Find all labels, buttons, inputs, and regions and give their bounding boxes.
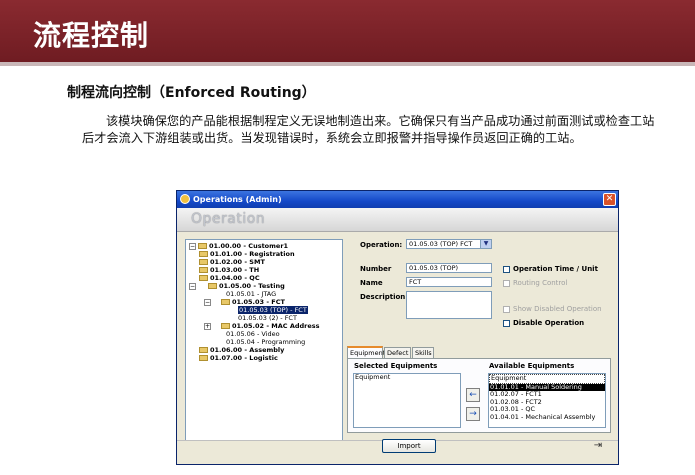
tree-node-label: 01.05.00 - Testing (219, 282, 285, 290)
tree-node[interactable]: 01.03.00 - TH (199, 266, 259, 274)
routing-control-checkbox[interactable]: Routing Control (503, 279, 567, 287)
tree-node-label: 01.04.00 - QC (210, 274, 260, 282)
tree-node[interactable]: 01.05.00 - Testing (208, 282, 285, 290)
close-icon[interactable]: ✕ (603, 193, 616, 206)
selected-equipments-label: Selected Equipments (354, 362, 438, 370)
operation-combo-value: 01.05.03 (TOP) FCT (409, 240, 473, 248)
arrow-right-icon[interactable]: → (466, 407, 480, 421)
checkbox-icon (503, 319, 510, 327)
tree-node-label: 01.01.00 - Registration (210, 250, 295, 258)
tree-node-label: 01.05.03 - FCT (232, 298, 285, 306)
slide-title: 流程控制 (33, 19, 150, 52)
collapse-icon[interactable]: − (189, 282, 196, 290)
window-title: Operations (Admin) (193, 195, 282, 204)
tree-node[interactable]: 01.01.00 - Registration (199, 250, 295, 258)
window-titlebar[interactable]: Operations (Admin) ✕ (177, 191, 618, 208)
folder-icon (199, 347, 208, 353)
tree-node-label: 01.03.00 - TH (210, 266, 260, 274)
tree-node[interactable]: 01.02.00 - SMT (199, 258, 265, 266)
number-label: Number (360, 265, 392, 273)
tree-node[interactable]: 01.05.03 - FCT (221, 298, 285, 306)
tree-node[interactable]: 01.00.00 - Customer1 (198, 242, 288, 250)
available-equipments-label: Available Equipments (489, 362, 575, 370)
description-paragraph: 该模块确保您的产品能根据制程定义无误地制造出来。它确保只有当产品成功通过前面测试… (82, 114, 655, 145)
name-label: Name (360, 279, 383, 287)
operation-label: Operation: (360, 241, 403, 249)
tree-node-label: 01.05.03 (2) - FCT (238, 314, 297, 322)
folder-icon (199, 251, 208, 257)
tree-node[interactable]: 01.05.01 - JTAG (226, 290, 276, 298)
checkbox-label: Show Disabled Operation (513, 305, 602, 313)
section-heading: 制程流向控制（Enforced Routing） (67, 85, 316, 101)
checkbox-label: Disable Operation (513, 319, 585, 327)
slide-banner: 流程控制 (0, 0, 695, 62)
operations-window: Operations (Admin) ✕ Operation 01.00.00 … (176, 190, 619, 465)
chevron-down-icon[interactable]: ▼ (480, 240, 491, 248)
tree-node[interactable]: 01.06.00 - Assembly (199, 346, 284, 354)
folder-icon (221, 323, 230, 329)
checkbox-label: Routing Control (513, 279, 568, 287)
show-disabled-checkbox[interactable]: Show Disabled Operation (503, 305, 602, 313)
list-item[interactable]: 01.04.01 - Mechanical Assembly (489, 413, 605, 422)
selected-equipments-list[interactable]: Equipment (353, 373, 461, 428)
checkbox-label: Operation Time / Unit (513, 265, 598, 273)
tree-node-label: 01.05.01 - JTAG (226, 290, 277, 298)
folder-icon (199, 267, 208, 273)
folder-icon (199, 275, 208, 281)
folder-icon (198, 243, 207, 249)
window-header: Operation (177, 208, 618, 232)
folder-icon (199, 259, 208, 265)
checkbox-icon (503, 265, 510, 273)
tree-node[interactable]: 01.05.03 (2) - FCT (238, 314, 297, 322)
tree-node[interactable]: 01.07.00 - Logistic (199, 354, 278, 362)
name-field[interactable]: FCT (406, 277, 492, 287)
description-field[interactable] (406, 291, 492, 319)
arrow-left-icon[interactable]: ← (466, 388, 480, 402)
app-icon (180, 194, 190, 204)
tree-node-label: 01.05.06 - Video (226, 330, 280, 338)
banner-divider (0, 62, 695, 66)
available-equipments-list[interactable]: Equipment 01.01.01 - Manual Soldering 01.0… (488, 373, 606, 428)
checkbox-icon (503, 305, 510, 313)
tree-node-label: 01.05.04 - Programming (226, 338, 306, 346)
collapse-icon[interactable]: − (189, 242, 196, 250)
exit-icon[interactable]: ⇥ (592, 440, 604, 452)
description-label: Description (360, 293, 406, 301)
tree-node[interactable]: 01.04.00 - QC (199, 274, 260, 282)
tree-node[interactable]: 01.05.06 - Video (226, 330, 280, 338)
tree-node-label: 01.06.00 - Assembly (210, 346, 285, 354)
tree-node-label: 01.00.00 - Customer1 (209, 242, 289, 250)
tree-node-label: 01.02.00 - SMT (210, 258, 265, 266)
disable-operation-checkbox[interactable]: Disable Operation (503, 319, 584, 327)
tree-node-label: 01.05.02 - MAC Address (232, 322, 320, 330)
folder-icon (221, 299, 230, 305)
operation-time-checkbox[interactable]: Operation Time / Unit (503, 265, 598, 273)
tree-node[interactable]: 01.05.02 - MAC Address (221, 322, 320, 330)
collapse-icon[interactable]: − (204, 298, 211, 306)
operation-combo[interactable]: 01.05.03 (TOP) FCT ▼ (406, 239, 492, 249)
checkbox-icon (503, 279, 510, 287)
expand-icon[interactable]: + (204, 322, 211, 330)
equipment-panel: Selected Equipments Equipment ← → Availa… (347, 358, 611, 433)
operation-tree[interactable]: 01.00.00 - Customer1 − 01.01.00 - Registra… (185, 239, 343, 441)
tree-node[interactable]: 01.05.04 - Programming (226, 338, 305, 346)
list-item[interactable]: Equipment (354, 374, 460, 382)
number-field[interactable]: 01.05.03 (TOP) (406, 263, 492, 273)
tree-node-label: 01.05.03 (TOP) - FCT (239, 306, 307, 314)
folder-icon (199, 355, 208, 361)
import-button[interactable]: Import (382, 439, 436, 453)
folder-icon (208, 283, 217, 289)
header-title: Operation (191, 211, 266, 227)
tree-node-label: 01.07.00 - Logistic (210, 354, 278, 362)
tree-node[interactable]: 01.05.03 (TOP) - FCT (238, 306, 308, 314)
